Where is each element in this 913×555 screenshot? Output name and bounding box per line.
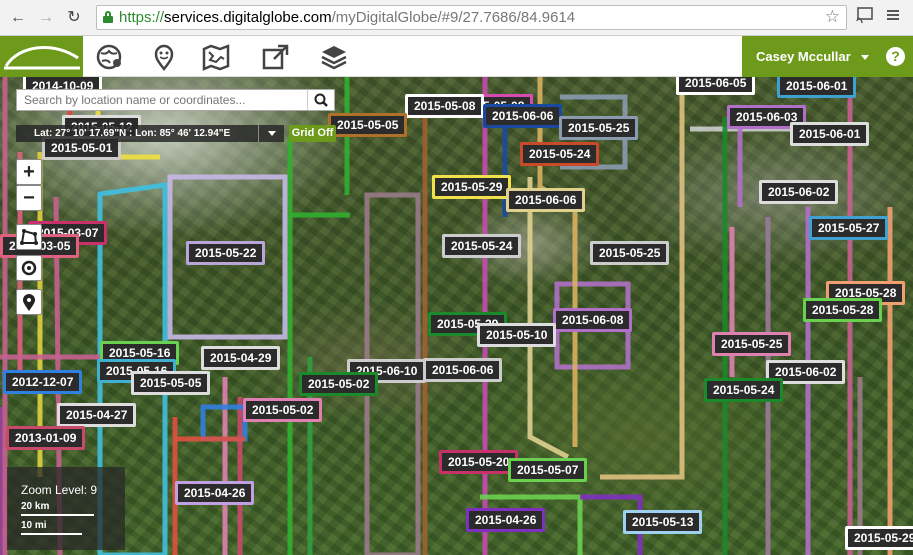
layers-icon[interactable]: [320, 43, 348, 71]
zoom-scale-panel: Zoom Level: 9 20 km 10 mi: [7, 467, 125, 550]
footprint-date-label[interactable]: 2013-01-09: [6, 426, 86, 450]
footprint-date-label[interactable]: 2015-04-29: [201, 346, 281, 370]
user-menu[interactable]: Casey Mccullar: [742, 36, 877, 77]
browser-toolbar: ← → ↻ https://services.digitalglobe.com/…: [0, 0, 913, 36]
address-bar[interactable]: https://services.digitalglobe.com/myDigi…: [96, 5, 847, 30]
footprint-date-label[interactable]: 2015-05-22: [186, 241, 266, 265]
footprint-date-label[interactable]: 2015-05-25: [590, 241, 670, 265]
drop-pin-button[interactable]: [16, 289, 42, 315]
cast-icon[interactable]: [856, 7, 874, 28]
locate-button[interactable]: [16, 255, 42, 281]
map-pin-icon: [23, 294, 35, 311]
grid-toggle-button[interactable]: Grid Off: [289, 125, 336, 142]
polygon-icon: [20, 229, 38, 245]
scale-km: 20 km: [21, 501, 50, 512]
location-pin-icon[interactable]: [150, 43, 178, 72]
map-icon[interactable]: [202, 43, 230, 71]
footprint-date-label[interactable]: 2015-05-24: [704, 378, 784, 402]
footprint-date-label[interactable]: 2015-06-01: [777, 77, 857, 98]
coordinate-format-dropdown[interactable]: [258, 125, 284, 142]
footprint-date-label[interactable]: 2015-06-01: [790, 122, 870, 146]
chevron-down-icon: [860, 55, 869, 61]
footprint-date-label[interactable]: 2015-06-06: [506, 188, 586, 212]
menu-icon[interactable]: [885, 7, 901, 28]
digitalglobe-logo[interactable]: [0, 36, 83, 77]
app-toolbar: Casey Mccullar ?: [0, 36, 913, 77]
footprint-date-label[interactable]: 2015-05-20: [439, 450, 519, 474]
footprint-date-label[interactable]: 2015-06-06: [423, 358, 503, 382]
help-icon: ?: [886, 47, 905, 66]
footprint-date-label[interactable]: 2015-06-06: [483, 104, 563, 128]
footprint-date-label[interactable]: 2015-05-10: [477, 323, 557, 347]
search-icon: [314, 93, 328, 107]
crosshair-icon: [21, 260, 37, 276]
scale-bar-km: [21, 514, 94, 516]
scale-bar-mi: [21, 533, 82, 535]
footprint-date-label[interactable]: 2015-06-08: [553, 308, 633, 332]
lock-icon: [103, 11, 113, 23]
footprint-date-label[interactable]: 2015-05-02: [243, 398, 323, 422]
footprint-date-label[interactable]: 2015-05-08: [405, 94, 485, 118]
zoom-out-button[interactable]: −: [16, 185, 42, 211]
footprint-date-label[interactable]: 2015-04-26: [466, 508, 546, 532]
footprint-date-label[interactable]: 2015-06-02: [759, 180, 839, 204]
back-arrow-icon[interactable]: ←: [8, 8, 28, 28]
draw-polygon-button[interactable]: [16, 224, 42, 250]
footprint-date-label[interactable]: 2015-04-27: [57, 403, 137, 427]
forward-arrow-icon[interactable]: →: [36, 8, 56, 28]
map-canvas[interactable]: 2014-10-09 2015-05-12 2015-05-01 2015-05…: [0, 77, 913, 555]
zoom-level: Zoom Level: 9: [21, 483, 98, 497]
share-icon[interactable]: [262, 43, 290, 71]
url-scheme: https://: [119, 9, 165, 26]
user-name: Casey Mccullar: [756, 49, 851, 64]
coordinate-text: Lat: 27° 10' 17.69"N : Lon: 85° 46' 12.9…: [34, 128, 231, 139]
footprint-date-label[interactable]: 2015-05-29: [845, 526, 913, 550]
bookmark-star-icon[interactable]: ☆: [825, 7, 840, 27]
footprint-date-label[interactable]: 2015-05-27: [809, 216, 889, 240]
footprint-date-label[interactable]: 2015-04-26: [175, 481, 255, 505]
footprint-date-label[interactable]: 2012-12-07: [3, 370, 83, 394]
footprint-date-label[interactable]: 2015-05-07: [508, 458, 588, 482]
url-path: /myDigitalGlobe/#9/27.7686/84.9614: [331, 9, 576, 26]
chevron-down-icon: [268, 131, 276, 136]
footprint-date-label[interactable]: 2015-05-29: [432, 175, 512, 199]
footprint-date-label[interactable]: 2015-05-05: [328, 113, 408, 137]
zoom-in-button[interactable]: +: [16, 159, 42, 185]
footprint-date-label[interactable]: 2015-05-25: [712, 332, 792, 356]
coordinate-readout: Lat: 27° 10' 17.69"N : Lon: 85° 46' 12.9…: [16, 125, 284, 142]
footprint-date-label[interactable]: 2015-05-28: [803, 298, 883, 322]
url-text: https://services.digitalglobe.com/myDigi…: [119, 9, 575, 26]
footprint-date-label[interactable]: 2015-05-02: [299, 372, 379, 396]
search-input[interactable]: [17, 90, 307, 110]
footprint-date-label[interactable]: 2015-05-24: [520, 142, 600, 166]
search-button[interactable]: [307, 90, 334, 110]
url-host: services.digitalglobe.com: [164, 9, 332, 26]
footprint-date-label[interactable]: 2015-05-05: [131, 371, 211, 395]
footprint-date-label[interactable]: 2015-05-25: [559, 116, 639, 140]
footprint-date-label[interactable]: 2015-06-05: [676, 77, 756, 95]
footprint-date-label[interactable]: 2015-05-24: [442, 234, 522, 258]
globe-pin-icon[interactable]: [96, 43, 124, 71]
help-button[interactable]: ?: [877, 36, 913, 77]
location-search: [16, 89, 335, 111]
footprint-date-label[interactable]: 2015-05-13: [623, 510, 703, 534]
scale-mi: 10 mi: [21, 520, 47, 531]
reload-icon[interactable]: ↻: [64, 8, 84, 28]
